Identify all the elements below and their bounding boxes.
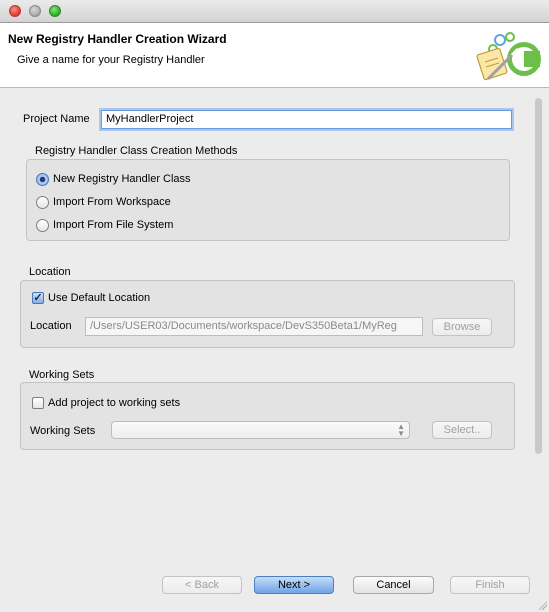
radio-new-handler-class-button[interactable] xyxy=(36,173,49,186)
radio-import-filesystem-button[interactable] xyxy=(36,219,49,232)
radio-import-filesystem-label: Import From File System xyxy=(53,219,174,231)
next-button[interactable]: Next > xyxy=(254,576,334,594)
title-bar xyxy=(0,0,549,23)
location-path-field[interactable]: /Users/USER03/Documents/workspace/DevS35… xyxy=(85,317,423,336)
use-default-location-label: Use Default Location xyxy=(48,292,151,304)
dropdown-arrows-icon: ▲ ▼ xyxy=(397,422,405,438)
location-field-label: Location xyxy=(30,320,72,332)
wizard-title: New Registry Handler Creation Wizard xyxy=(8,32,227,46)
select-working-sets-button[interactable]: Select.. xyxy=(432,421,492,439)
radio-import-workspace-label: Import From Workspace xyxy=(53,196,171,208)
scrollbar-thumb[interactable] xyxy=(535,98,542,454)
project-name-input[interactable]: MyHandlerProject xyxy=(101,110,512,129)
location-title: Location xyxy=(29,266,71,278)
working-sets-title: Working Sets xyxy=(29,369,95,381)
project-name-label: Project Name xyxy=(23,113,90,125)
wizard-content: Project Name MyHandlerProject Registry H… xyxy=(0,88,549,558)
use-default-location-checkbox[interactable]: ✓ xyxy=(32,292,44,304)
add-to-working-sets-checkbox[interactable] xyxy=(32,397,44,409)
creation-methods-title: Registry Handler Class Creation Methods xyxy=(35,145,238,157)
radio-new-handler-class-label: New Registry Handler Class xyxy=(53,173,191,185)
back-button[interactable]: < Back xyxy=(162,576,242,594)
wizard-logo-icon xyxy=(476,32,541,81)
working-sets-field-label: Working Sets xyxy=(30,425,96,437)
close-window-button[interactable] xyxy=(9,5,21,17)
wizard-window: New Registry Handler Creation Wizard Giv… xyxy=(0,0,549,612)
resize-grip-icon[interactable] xyxy=(537,600,547,610)
browse-button[interactable]: Browse xyxy=(432,318,492,336)
finish-button[interactable]: Finish xyxy=(450,576,530,594)
radio-import-workspace-button[interactable] xyxy=(36,196,49,209)
working-sets-group: Add project to working sets Working Sets… xyxy=(20,382,515,450)
add-to-working-sets-label: Add project to working sets xyxy=(48,397,181,409)
wizard-footer: < Back Next > Cancel Finish xyxy=(0,558,549,612)
minimize-window-button[interactable] xyxy=(29,5,41,17)
wizard-subtitle: Give a name for your Registry Handler xyxy=(17,54,205,66)
wizard-banner: New Registry Handler Creation Wizard Giv… xyxy=(0,23,549,88)
working-sets-dropdown[interactable]: ▲ ▼ xyxy=(111,421,410,439)
location-group: ✓ Use Default Location Location /Users/U… xyxy=(20,280,515,348)
cancel-button[interactable]: Cancel xyxy=(353,576,434,594)
creation-methods-group: New Registry Handler Class Import From W… xyxy=(26,159,510,241)
zoom-window-button[interactable] xyxy=(49,5,61,17)
vertical-scrollbar[interactable] xyxy=(532,96,544,552)
